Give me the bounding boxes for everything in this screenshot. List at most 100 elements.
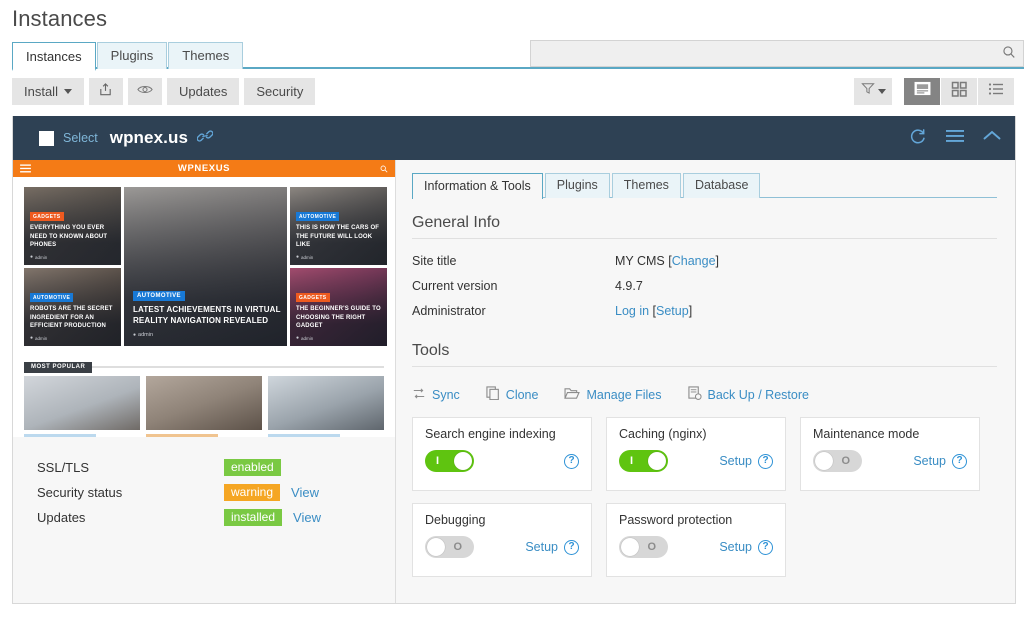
help-icon[interactable]: ? <box>758 453 773 469</box>
main-tabstrip: Instances Plugins Themes <box>0 40 1024 71</box>
tab-themes[interactable]: Themes <box>168 42 244 69</box>
manage-files-link[interactable]: Manage Files <box>564 387 662 403</box>
status-view-link[interactable]: View <box>291 485 319 500</box>
chevron-down-icon <box>877 88 886 94</box>
security-button[interactable]: Security <box>244 77 316 105</box>
tile-setup-link[interactable]: Setup <box>525 540 558 554</box>
toggle-mark: O <box>647 541 656 553</box>
tab-instances[interactable]: Instances <box>12 42 96 71</box>
log-in-link[interactable]: Log in <box>615 304 649 318</box>
article-author: ● admin <box>30 254 48 260</box>
tools-links: Sync Clone Manage Files Back Up / Restor… <box>412 386 997 403</box>
most-popular-header: MOST POPULAR <box>24 355 384 373</box>
help-icon[interactable]: ? <box>758 539 773 555</box>
info-key: Site title <box>412 253 457 268</box>
status-label: SSL/TLS <box>37 460 90 475</box>
select-checkbox[interactable] <box>39 130 54 146</box>
tile-setup-link[interactable]: Setup <box>913 454 946 468</box>
subtab-themes[interactable]: Themes <box>611 173 681 198</box>
subtab-plugins[interactable]: Plugins <box>544 173 610 198</box>
filter-button[interactable] <box>854 77 892 105</box>
maintenance-mode-toggle[interactable]: O <box>813 450 862 472</box>
preview-brand: WPNEXUS <box>177 163 231 174</box>
import-button[interactable] <box>88 77 123 105</box>
install-label: Install <box>24 83 58 99</box>
article-title: THIS IS HOW THE CARS OF THE FUTURE WILL … <box>296 225 380 249</box>
folder-open-icon <box>564 387 581 403</box>
most-popular-item <box>24 376 140 437</box>
action-toolbar: Install Updates Security <box>0 69 1024 113</box>
change-site-title-link[interactable]: Change <box>672 254 716 268</box>
install-button[interactable]: Install <box>12 77 84 105</box>
view-card-button[interactable] <box>904 77 940 105</box>
subtab-database[interactable]: Database <box>682 173 761 198</box>
info-row-current-version: Current version 4.9.7 <box>412 273 997 298</box>
article-author: ● admin <box>133 332 154 338</box>
view-list-button[interactable] <box>978 77 1014 105</box>
instance-card-header: Select wpnex.us <box>13 116 1015 160</box>
caching-toggle[interactable]: I <box>619 450 668 472</box>
tile-setup-link[interactable]: Setup <box>719 454 752 468</box>
tile-password-protection: Password protection O Setup ? <box>606 503 786 577</box>
instance-domain: wpnex.us <box>109 128 189 147</box>
preview-article-2: AUTOMOTIVE LATEST ACHIEVEMENTS IN VIRTUA… <box>124 187 287 346</box>
updates-button[interactable]: Updates <box>166 77 240 105</box>
instance-status-list: SSL/TLS enabled Security status warning … <box>37 455 395 530</box>
instance-subtabs: Information & Tools Plugins Themes Datab… <box>412 172 997 199</box>
preview-article-4: GADGETS THE BEGINNER'S GUIDE TO CHOOSING… <box>290 268 387 346</box>
info-row-administrator: Administrator Log in [Setup] <box>412 298 997 323</box>
status-badge: warning <box>224 484 281 501</box>
tab-plugins[interactable]: Plugins <box>96 42 168 69</box>
status-row: Updates installed View <box>37 505 395 530</box>
article-category: GADGETS <box>30 212 64 222</box>
menu-icon[interactable] <box>946 129 964 148</box>
help-icon[interactable]: ? <box>952 453 967 469</box>
most-popular-row <box>24 376 384 437</box>
tile-label: Debugging <box>425 513 486 527</box>
site-preview-thumbnail[interactable]: WPNEXUS GADGETS EVERYTHING YOU EVER NEED… <box>13 160 395 437</box>
chain-link-icon[interactable] <box>196 129 214 148</box>
current-version-value: 4.9.7 <box>615 278 643 293</box>
toggle-mark: I <box>436 455 440 467</box>
preview-button[interactable] <box>127 77 162 105</box>
most-popular-label: MOST POPULAR <box>24 361 93 373</box>
list-view-icon <box>988 82 1004 101</box>
debugging-toggle[interactable]: O <box>425 536 474 558</box>
toggle-knob <box>427 538 445 556</box>
article-category: AUTOMOTIVE <box>296 212 340 222</box>
select-label[interactable]: Select <box>63 131 98 145</box>
subtab-information-tools[interactable]: Information & Tools <box>412 173 543 199</box>
article-title: ROBOTS ARE THE SECRET INGREDIENT FOR AN … <box>30 306 113 330</box>
status-label: Security status <box>37 485 123 500</box>
clone-link[interactable]: Clone <box>486 386 538 403</box>
preview-article-1: AUTOMOTIVE ROBOTS ARE THE SECRET INGREDI… <box>24 268 121 346</box>
instance-card-body: WPNEXUS GADGETS EVERYTHING YOU EVER NEED… <box>13 160 1015 603</box>
feature-tiles: Search engine indexing I ? Caching (ngin… <box>412 417 997 577</box>
filter-funnel-icon <box>860 82 875 100</box>
status-badge: enabled <box>224 459 281 476</box>
article-title: THE BEGINNER'S GUIDE TO CHOOSING THE RIG… <box>296 306 381 330</box>
collapse-icon[interactable] <box>983 129 1001 147</box>
search-box[interactable] <box>530 40 1024 67</box>
backup-restore-link[interactable]: Back Up / Restore <box>687 386 809 403</box>
setup-admin-link[interactable]: Setup <box>656 304 689 318</box>
sync-link[interactable]: Sync <box>412 387 460 403</box>
instance-card: Select wpnex.us WPNEXUS GADGETS EVERYTHI… <box>12 116 1016 604</box>
view-grid-button[interactable] <box>941 77 977 105</box>
instance-header-actions <box>909 127 1001 150</box>
preview-article-grid: GADGETS EVERYTHING YOU EVER NEED TO KNOW… <box>24 187 387 346</box>
status-view-link[interactable]: View <box>293 510 321 525</box>
tile-setup-link[interactable]: Setup <box>719 540 752 554</box>
search-engine-indexing-toggle[interactable]: I <box>425 450 474 472</box>
refresh-icon[interactable] <box>909 127 927 150</box>
grid-view-icon <box>951 81 967 102</box>
status-row: Security status warning View <box>37 480 395 505</box>
toggle-mark: O <box>841 455 850 467</box>
article-author: ● admin <box>296 254 314 260</box>
search-input[interactable] <box>530 40 1024 67</box>
password-protection-toggle[interactable]: O <box>619 536 668 558</box>
help-icon[interactable]: ? <box>564 453 579 469</box>
info-value: Log in [Setup] <box>615 303 693 318</box>
tile-debugging: Debugging O Setup ? <box>412 503 592 577</box>
help-icon[interactable]: ? <box>564 539 579 555</box>
